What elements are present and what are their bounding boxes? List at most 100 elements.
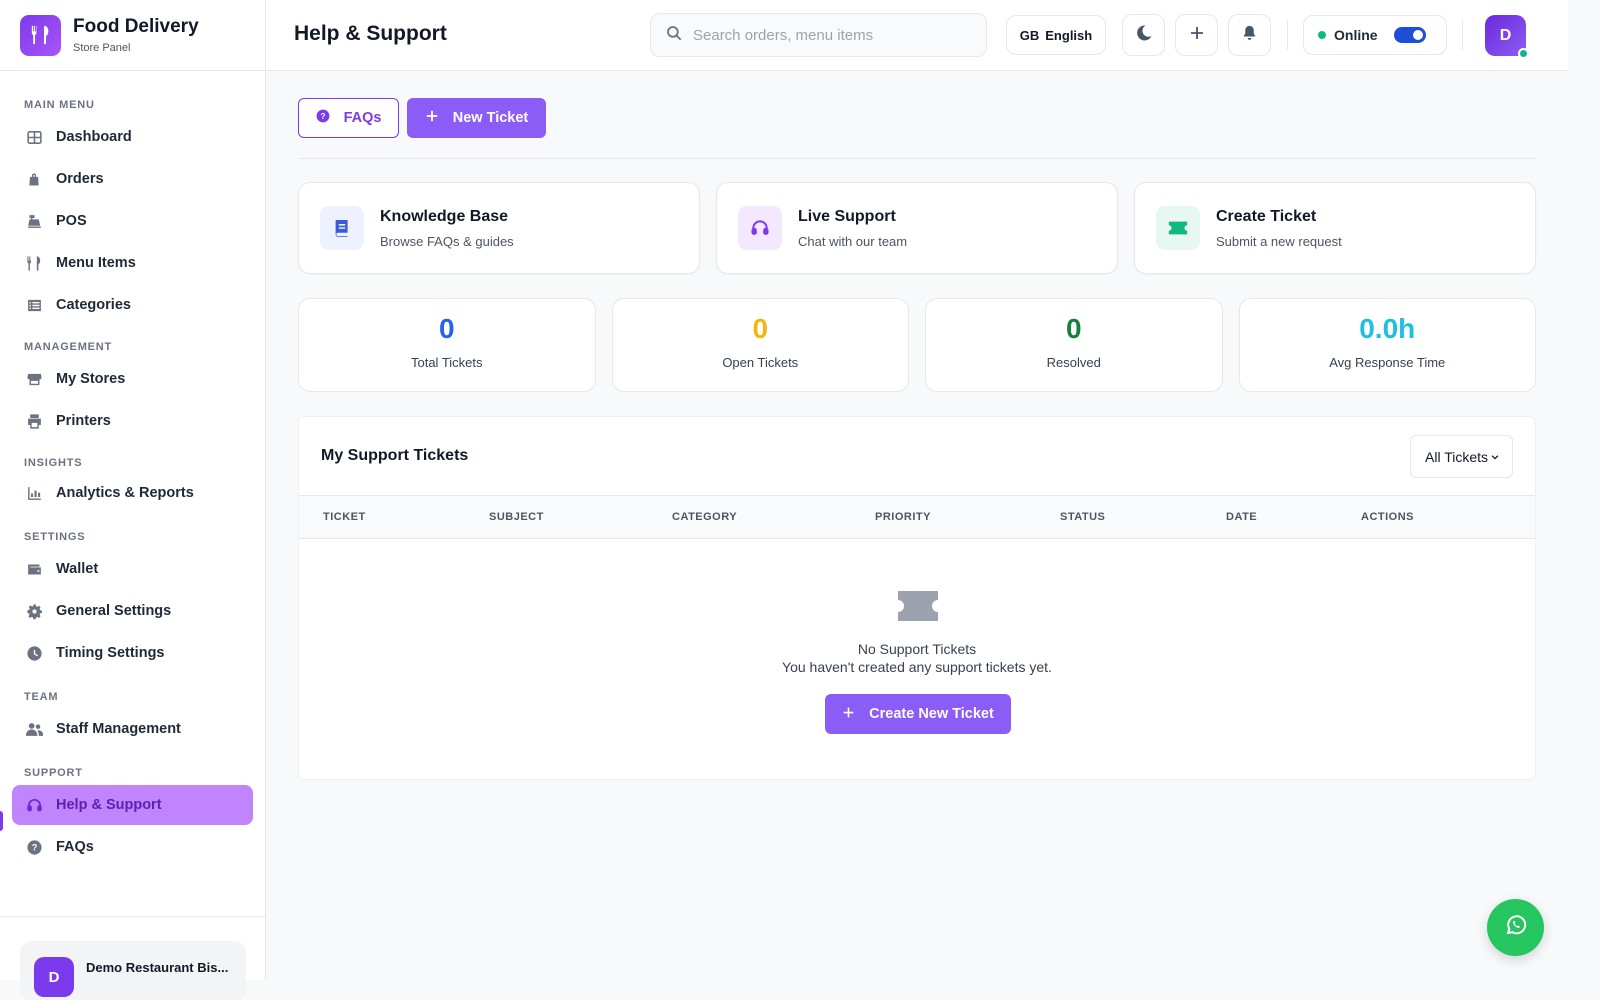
utensils-icon [24, 253, 44, 273]
stat-label: Open Tickets [722, 355, 799, 370]
sidebar-item-help-support[interactable]: Help & Support [12, 785, 253, 825]
chevron-down-icon [1490, 449, 1500, 465]
stat-label: Total Tickets [410, 355, 483, 370]
live-support-card[interactable]: Live Support Chat with our team [716, 182, 1118, 274]
divider [298, 158, 1536, 159]
stat-total-tickets: 0 Total Tickets [298, 298, 596, 392]
user-card[interactable]: D Demo Restaurant Bis... [20, 941, 246, 1000]
sidebar-item-dashboard[interactable]: Dashboard [12, 117, 253, 157]
quick-cards: Knowledge Base Browse FAQs & guides Live… [298, 182, 1536, 274]
quick-add-button[interactable] [1175, 14, 1218, 56]
create-new-ticket-label: Create New Ticket [869, 706, 994, 722]
nav-section-title: TEAM [24, 691, 59, 703]
card-subtitle: Browse FAQs & guides [380, 233, 514, 249]
user-avatar-button[interactable]: D [1485, 15, 1529, 59]
online-dot [1318, 31, 1326, 39]
nav-section-title: MAIN MENU [24, 99, 95, 111]
top-header: Help & Support GB English Online D [266, 0, 1568, 71]
column-header-priority[interactable]: PRIORITY [875, 511, 931, 523]
ticket-filter-select[interactable]: All Tickets [1410, 435, 1513, 478]
card-subtitle: Chat with our team [798, 233, 908, 249]
knowledge-base-card[interactable]: Knowledge Base Browse FAQs & guides [298, 182, 700, 274]
sidebar-item-timing-settings[interactable]: Timing Settings [12, 633, 253, 673]
sidebar-item-label: Wallet [56, 561, 99, 577]
sidebar-item-label: Menu Items [56, 255, 136, 271]
search-box[interactable] [650, 13, 987, 57]
brand-title: Food Delivery [73, 16, 199, 37]
grid-icon [24, 127, 44, 147]
card-subtitle: Submit a new request [1216, 233, 1342, 249]
new-ticket-button[interactable]: New Ticket [407, 98, 546, 138]
card-title: Live Support [798, 207, 896, 225]
avatar: D [34, 957, 74, 997]
header-divider [1287, 20, 1288, 50]
svg-text:?: ? [320, 112, 325, 121]
sidebar-item-staff-management[interactable]: Staff Management [12, 709, 253, 749]
store-status[interactable]: Online [1303, 15, 1447, 55]
ticket-icon [1156, 206, 1200, 250]
stat-avg-response-time: 0.0h Avg Response Time [1238, 298, 1536, 392]
user-name: Demo Restaurant Bis... [86, 960, 229, 975]
sidebar-item-analytics[interactable]: Analytics & Reports [12, 473, 253, 513]
create-ticket-card[interactable]: Create Ticket Submit a new request [1134, 182, 1536, 274]
notifications-button[interactable] [1228, 14, 1271, 56]
online-toggle[interactable] [1394, 27, 1426, 43]
create-new-ticket-button[interactable]: Create New Ticket [825, 694, 1011, 734]
page-title: Help & Support [294, 22, 447, 45]
card-title: Knowledge Base [380, 207, 509, 225]
column-header-status[interactable]: STATUS [1060, 511, 1105, 523]
language-code: GB [1019, 27, 1040, 43]
search-icon [665, 24, 683, 47]
active-indicator [0, 811, 3, 831]
sidebar-item-label: Help & Support [56, 797, 162, 813]
whatsapp-chat-button[interactable] [1487, 899, 1544, 956]
faqs-button[interactable]: ? FAQs [298, 98, 399, 138]
sidebar-item-label: Printers [56, 413, 111, 429]
stat-value: 0 [438, 313, 455, 344]
headset-icon [738, 206, 782, 250]
sidebar-item-label: Categories [56, 297, 131, 313]
column-header-date[interactable]: DATE [1226, 511, 1257, 523]
avatar-initial: D [1499, 26, 1512, 44]
select-value: All Tickets [1425, 448, 1489, 465]
column-header-ticket[interactable]: TICKET [323, 511, 366, 523]
sidebar-item-label: Staff Management [56, 721, 181, 737]
sidebar-item-label: Orders [56, 171, 104, 187]
stat-label: Avg Response Time [1329, 355, 1446, 370]
support-tickets-panel: My Support Tickets All Tickets TICKET SU… [298, 416, 1536, 780]
sidebar-item-printers[interactable]: Printers [12, 401, 253, 441]
sidebar-item-menu-items[interactable]: Menu Items [12, 243, 253, 283]
online-status-dot [1518, 48, 1529, 59]
sidebar-item-pos[interactable]: POS [12, 201, 253, 241]
chart-icon [24, 483, 44, 503]
sidebar-item-categories[interactable]: Categories [12, 285, 253, 325]
sidebar-item-label: Dashboard [56, 129, 132, 145]
search-input[interactable] [693, 26, 963, 44]
whatsapp-icon [1504, 913, 1528, 942]
sidebar-item-orders[interactable]: Orders [12, 159, 253, 199]
sidebar-item-faqs[interactable]: ? FAQs [12, 827, 253, 867]
brand-subtitle: Store Panel [73, 42, 131, 54]
sidebar-item-general-settings[interactable]: General Settings [12, 591, 253, 631]
column-header-actions[interactable]: ACTIONS [1361, 511, 1414, 523]
ticket-stats: 0 Total Tickets 0 Open Tickets 0 Resolve… [298, 298, 1536, 392]
sidebar-item-label: POS [56, 213, 87, 229]
brand[interactable]: Food Delivery Store Panel [0, 0, 265, 71]
users-icon [24, 719, 44, 739]
sidebar-footer: D Demo Restaurant Bis... [0, 916, 265, 1000]
sidebar-item-my-stores[interactable]: My Stores [12, 359, 253, 399]
empty-state-title: No Support Tickets [857, 641, 977, 657]
question-circle-icon: ? [316, 109, 330, 127]
bell-icon [1241, 24, 1258, 47]
utensils-icon [20, 14, 61, 56]
status-label: Online [1334, 27, 1378, 43]
headset-icon [24, 795, 44, 815]
printer-icon [24, 411, 44, 431]
stat-open-tickets: 0 Open Tickets [611, 298, 909, 392]
theme-toggle-button[interactable] [1122, 14, 1165, 56]
column-header-subject[interactable]: SUBJECT [489, 511, 544, 523]
sidebar-item-wallet[interactable]: Wallet [12, 549, 253, 589]
column-header-category[interactable]: CATEGORY [672, 511, 737, 523]
faqs-button-label: FAQs [343, 110, 382, 126]
language-selector[interactable]: GB English [1006, 15, 1106, 55]
